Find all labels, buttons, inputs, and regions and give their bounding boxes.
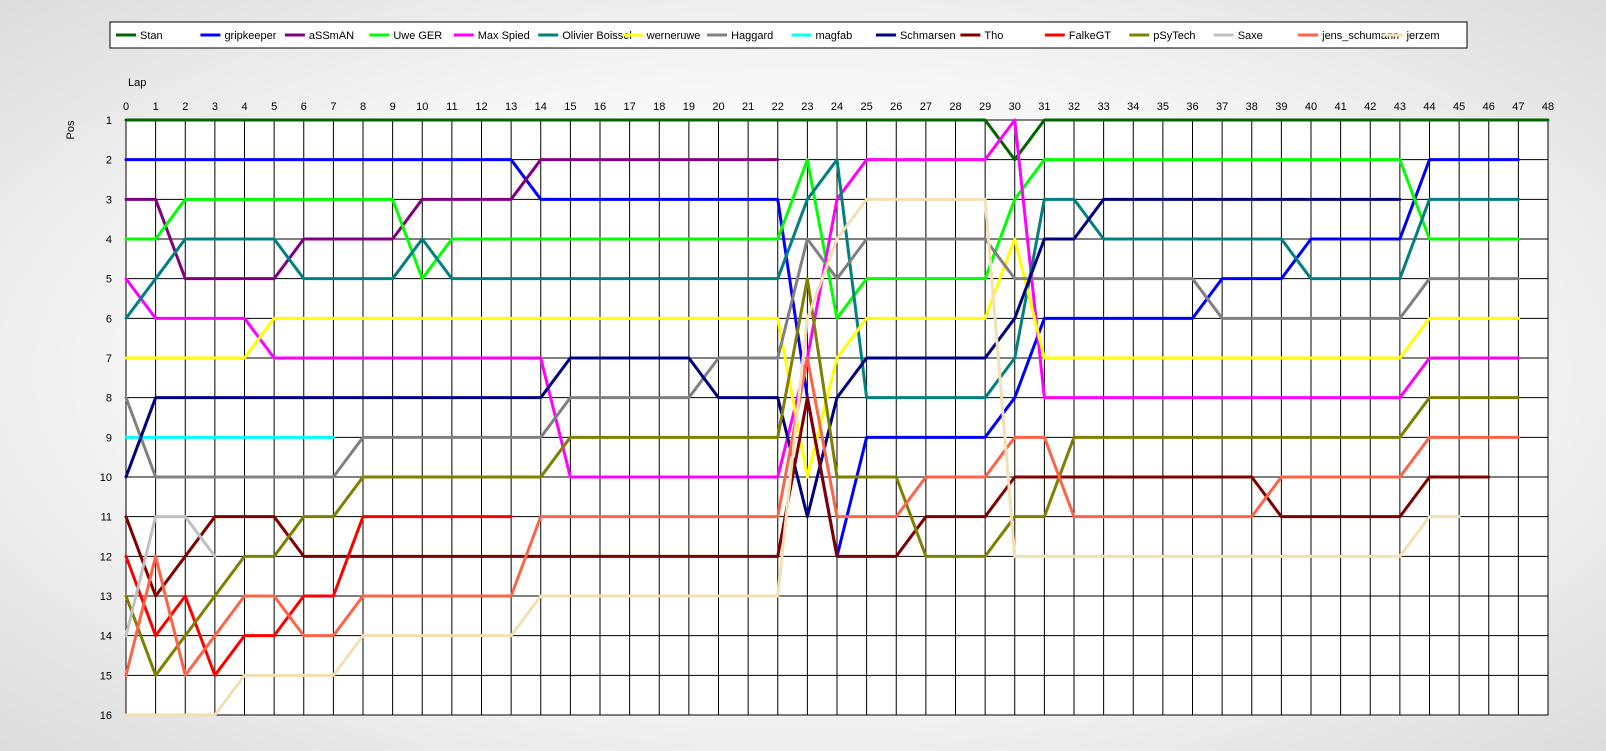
- x-tick-label: 47: [1512, 101, 1524, 113]
- y-axis-title: Pos: [65, 120, 77, 139]
- x-tick-label: 43: [1394, 101, 1406, 113]
- x-tick-label: 26: [890, 101, 902, 113]
- y-tick-label: 6: [106, 313, 112, 325]
- x-tick-label: 19: [683, 101, 695, 113]
- x-tick-label: 42: [1364, 101, 1376, 113]
- x-tick-label: 0: [123, 101, 129, 113]
- legend-label-8: magfab: [816, 30, 853, 42]
- x-tick-label: 44: [1423, 101, 1435, 113]
- x-tick-label: 21: [742, 101, 754, 113]
- x-tick-label: 15: [564, 101, 576, 113]
- x-tick-label: 3: [212, 101, 218, 113]
- x-tick-label: 5: [271, 101, 277, 113]
- x-tick-label: 11: [446, 101, 457, 113]
- x-tick-label: 41: [1335, 101, 1347, 113]
- chart-svg: Stan gripkeeper aSSmAN Uwe GER Max Spied Oliv…: [65, 21, 1554, 722]
- x-tick-label: 7: [330, 101, 336, 113]
- y-tick-label: 1: [106, 115, 112, 127]
- x-tick-label: 9: [390, 101, 396, 113]
- y-tick-label: 2: [106, 155, 112, 167]
- legend-label-2: aSSmAN: [309, 30, 354, 42]
- x-tick-label: 4: [241, 101, 247, 113]
- x-tick-label: 25: [861, 101, 873, 113]
- legend-label-13: Saxe: [1238, 30, 1263, 42]
- x-tick-label: 31: [1038, 101, 1050, 113]
- x-tick-label: 30: [1009, 101, 1021, 113]
- x-tick-label: 2: [182, 101, 188, 113]
- legend-label-4: Max Spied: [478, 30, 530, 42]
- x-tick-label: 23: [801, 101, 813, 113]
- x-tick-label: 40: [1305, 101, 1317, 113]
- x-tick-label: 37: [1216, 101, 1228, 113]
- x-tick-label: 38: [1246, 101, 1258, 113]
- x-tick-label: 8: [360, 101, 366, 113]
- legend-label-11: FalkeGT: [1069, 30, 1111, 42]
- x-tick-label: 24: [831, 101, 843, 113]
- x-tick-label: 45: [1453, 101, 1465, 113]
- y-tick-label: 15: [100, 670, 112, 682]
- y-tick-label: 14: [100, 631, 112, 643]
- y-tick-label: 11: [101, 512, 112, 524]
- x-tick-label: 14: [535, 101, 547, 113]
- legend-label-6: werneruwe: [646, 30, 701, 42]
- legend-label-1: gripkeeper: [224, 30, 276, 42]
- x-tick-label: 1: [153, 101, 159, 113]
- y-tick-label: 12: [100, 551, 112, 563]
- x-tick-label: 6: [301, 101, 307, 113]
- y-tick-label: 9: [106, 432, 112, 444]
- x-tick-label: 20: [712, 101, 724, 113]
- x-tick-label: 33: [1098, 101, 1110, 113]
- x-tick-label: 48: [1542, 101, 1554, 113]
- x-axis-title: Lap: [128, 77, 146, 89]
- x-tick-label: 29: [979, 101, 991, 113]
- x-tick-label: 13: [505, 101, 517, 113]
- x-tick-label: 16: [594, 101, 606, 113]
- legend-label-12: pSyTech: [1153, 30, 1195, 42]
- y-tick-label: 7: [106, 353, 112, 365]
- y-tick-label: 16: [100, 710, 112, 722]
- lap-position-chart: Stan gripkeeper aSSmAN Uwe GER Max Spied Oliv…: [0, 0, 1606, 746]
- x-tick-label: 22: [772, 101, 784, 113]
- legend-label-5: Olivier Boissel: [562, 30, 632, 42]
- y-tick-label: 4: [106, 234, 112, 246]
- x-tick-label: 27: [920, 101, 932, 113]
- x-tick-label: 28: [949, 101, 961, 113]
- y-tick-label: 8: [106, 393, 112, 405]
- y-tick-label: 5: [106, 274, 112, 286]
- y-tick-label: 10: [100, 472, 112, 484]
- x-tick-label: 10: [416, 101, 428, 113]
- legend-label-15: jerzem: [1406, 30, 1440, 42]
- x-tick-label: 32: [1068, 101, 1080, 113]
- legend-label-10: Tho: [984, 30, 1003, 42]
- legend-label-7: Haggard: [731, 30, 773, 42]
- x-tick-label: 18: [653, 101, 665, 113]
- legend-label-3: Uwe GER: [393, 30, 442, 42]
- x-tick-label: 34: [1127, 101, 1139, 113]
- legend-label-9: Schmarsen: [900, 30, 956, 42]
- legend: Stan gripkeeper aSSmAN Uwe GER Max Spied Oliv…: [109, 21, 1468, 49]
- x-tick-label: 39: [1275, 101, 1287, 113]
- x-tick-label: 12: [475, 101, 487, 113]
- y-tick-label: 13: [100, 591, 112, 603]
- x-tick-label: 36: [1186, 101, 1198, 113]
- legend-label-0: Stan: [140, 30, 163, 42]
- y-tick-label: 3: [106, 194, 112, 206]
- x-tick-label: 17: [624, 101, 636, 113]
- x-tick-label: 35: [1157, 101, 1169, 113]
- x-tick-label: 46: [1483, 101, 1495, 113]
